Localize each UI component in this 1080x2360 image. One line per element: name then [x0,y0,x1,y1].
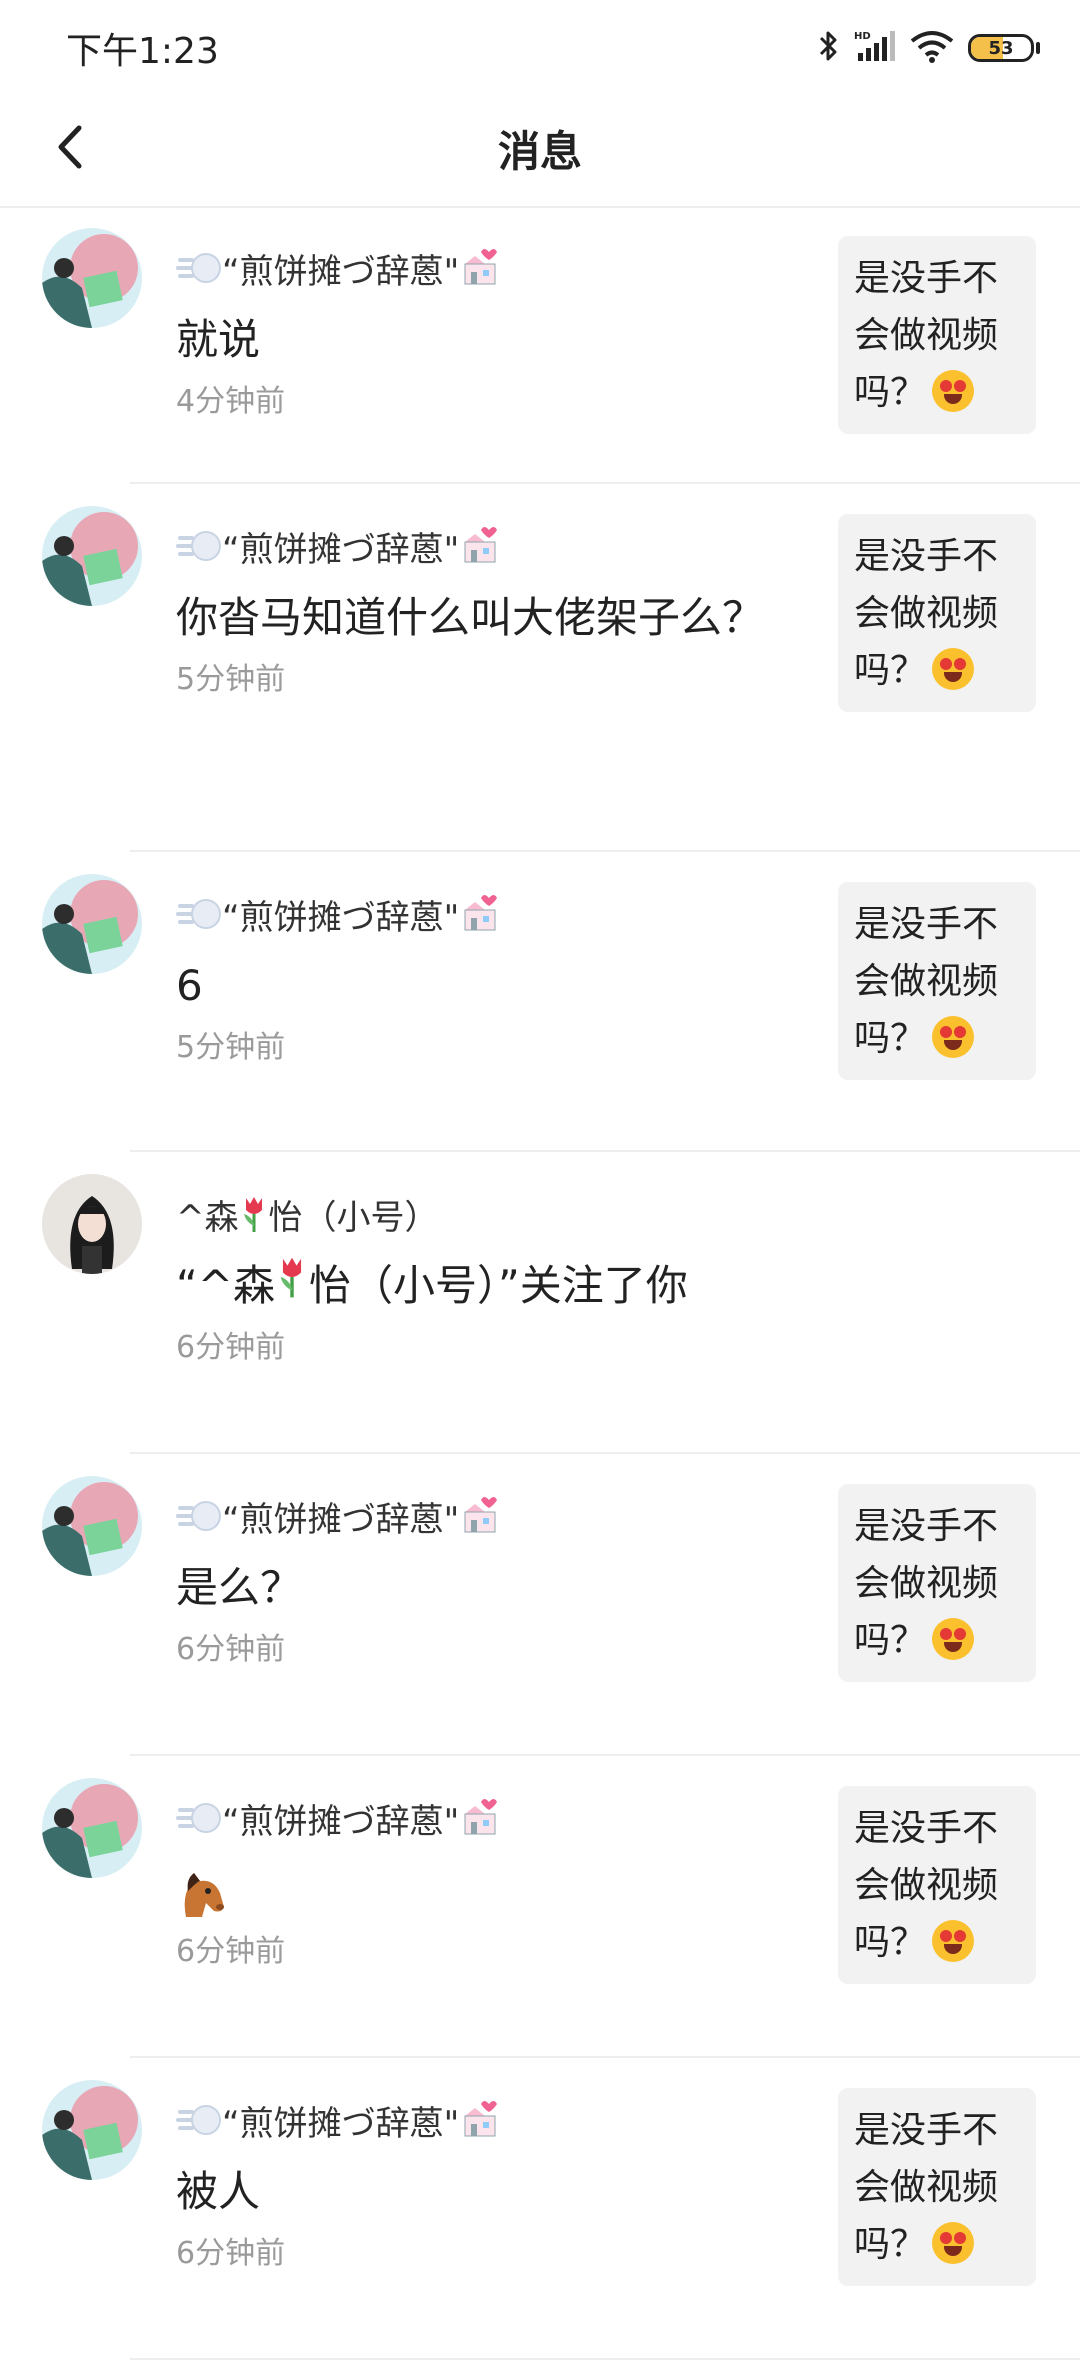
sender-name: “煎饼摊づ辞蒽" [222,898,460,938]
preview-text: 是没手不会做视频吗？ [854,2110,999,2265]
heart-eyes-emoji-icon [932,648,975,690]
message-text: 你沓马知道什么叫大佬架子么？ [176,593,765,642]
sender-name-suffix: 怡（小号） [268,1198,439,1238]
message-text [176,1858,820,1922]
sender-name: “煎饼摊づ辞蒽" [222,2104,460,2144]
preview-text: 是没手不会做视频吗？ [854,904,999,1059]
sender-name-row: “煎饼摊づ辞蒽" [176,2100,820,2147]
message-time: 6分钟前 [176,1330,286,1365]
avatar[interactable] [42,228,142,328]
wedding-icon [459,894,503,943]
heart-eyes-emoji-icon [932,370,975,412]
sender-name: “煎饼摊づ辞蒽" [222,1802,460,1842]
video-preview-card[interactable]: 是没手不会做视频吗？ [838,1786,1036,1984]
list-item[interactable]: “煎饼摊づ辞蒽" 6 5分钟前 是没手不会做视频吗？ [0,852,1080,1152]
message-list: “煎饼摊づ辞蒽" 就说 4分钟前 是没手不会做视频吗？ “煎饼摊づ辞蒽" 你沓马… [0,206,1080,2360]
avatar[interactable] [42,1778,142,1878]
message-time: 4分钟前 [176,384,286,419]
hd-signal-icon: HD [854,29,896,67]
svg-text:HD: HD [854,31,871,42]
tulip-icon [239,1194,269,1243]
message-text: “^森 怡（小号）”关注了你 [176,1254,820,1318]
video-preview-card[interactable]: 是没手不会做视频吗？ [838,1484,1036,1682]
follow-text-prefix: “^森 [176,1261,275,1310]
preview-text: 是没手不会做视频吗？ [854,1808,999,1963]
dash-icon [176,250,222,295]
sender-name-row: “煎饼摊づ辞蒽" [176,526,820,573]
page-title: 消息 [497,127,582,176]
follow-text-suffix: 怡（小号）”关注了你 [308,1261,688,1310]
nav-bar: 消息 [0,96,1080,208]
list-item[interactable]: ^森 怡（小号） “^森 怡（小号）”关注了你 6分钟前 [0,1152,1080,1454]
status-icons: HD 53 [818,28,1040,68]
dash-icon [176,896,222,941]
video-preview-card[interactable]: 是没手不会做视频吗？ [838,882,1036,1080]
sender-name-row: “煎饼摊づ辞蒽" [176,248,820,295]
sender-name-prefix: ^森 [176,1198,239,1238]
sender-name: “煎饼摊づ辞蒽" [222,252,460,292]
message-body: ^森 怡（小号） “^森 怡（小号）”关注了你 6分钟前 [176,1196,820,1368]
wedding-icon [459,1496,503,1545]
sender-name-row: ^森 怡（小号） [176,1196,820,1238]
heart-eyes-emoji-icon [932,1618,975,1660]
dash-icon [176,1800,222,1845]
sender-name: “煎饼摊づ辞蒽" [222,1500,460,1540]
message-body: “煎饼摊づ辞蒽" 就说 4分钟前 [176,248,820,422]
message-time: 6分钟前 [176,2236,286,2271]
message-body: “煎饼摊づ辞蒽" 你沓马知道什么叫大佬架子么？ 5分钟前 [176,526,820,700]
preview-text: 是没手不会做视频吗？ [854,258,999,413]
list-item[interactable]: “煎饼摊づ辞蒽" 你沓马知道什么叫大佬架子么？ 5分钟前 是没手不会做视频吗？ [0,484,1080,852]
avatar[interactable] [42,874,142,974]
message-time: 6分钟前 [176,1934,286,1969]
preview-text: 是没手不会做视频吗？ [854,1506,999,1661]
avatar[interactable] [42,2080,142,2180]
tulip-icon [275,1254,309,1318]
battery-icon: 53 [968,34,1034,62]
message-time: 6分钟前 [176,1632,286,1667]
avatar[interactable] [42,1174,142,1274]
preview-text: 是没手不会做视频吗？ [854,536,999,691]
message-body: “煎饼摊づ辞蒽" 是么？ 6分钟前 [176,1496,820,1670]
heart-eyes-emoji-icon [932,1016,975,1058]
message-time: 5分钟前 [176,662,286,697]
dash-icon [176,528,222,573]
video-preview-card[interactable]: 是没手不会做视频吗？ [838,2088,1036,2286]
sender-name: “煎饼摊づ辞蒽" [222,530,460,570]
wedding-icon [459,526,503,575]
video-preview-card[interactable]: 是没手不会做视频吗？ [838,514,1036,712]
dash-icon [176,2102,222,2147]
avatar[interactable] [42,1476,142,1576]
sender-name-row: “煎饼摊づ辞蒽" [176,1496,820,1543]
heart-eyes-emoji-icon [932,2222,975,2264]
heart-eyes-emoji-icon [932,1920,975,1962]
wedding-icon [459,1798,503,1847]
message-text: 被人 [176,2167,261,2216]
list-item[interactable]: “煎饼摊づ辞蒽" 6分钟前 是没手不会做视频吗？ [0,1756,1080,2058]
list-item[interactable]: “煎饼摊づ辞蒽" 就说 4分钟前 是没手不会做视频吗？ [0,206,1080,484]
video-preview-card[interactable]: 是没手不会做视频吗？ [838,236,1036,434]
sender-name-row: “煎饼摊づ辞蒽" [176,894,820,941]
battery-cap [1036,42,1040,54]
message-text: 6 [176,961,203,1010]
list-item[interactable]: “煎饼摊づ辞蒽" 被人 6分钟前 是没手不会做视频吗？ [0,2058,1080,2360]
message-text: 是么？ [176,1563,303,1612]
status-time: 下午1:23 [66,31,219,72]
message-text: 就说 [176,315,261,364]
bluetooth-icon [818,29,840,67]
message-body: “煎饼摊づ辞蒽" 被人 6分钟前 [176,2100,820,2274]
message-body: “煎饼摊づ辞蒽" 6 5分钟前 [176,894,820,1068]
avatar[interactable] [42,506,142,606]
dash-icon [176,1498,222,1543]
wedding-icon [459,248,503,297]
horse-face-emoji-icon [176,1865,228,1917]
list-item[interactable]: “煎饼摊づ辞蒽" 是么？ 6分钟前 是没手不会做视频吗？ [0,1454,1080,1756]
sender-name-row: “煎饼摊づ辞蒽" [176,1798,820,1845]
wifi-icon [910,29,954,67]
wedding-icon [459,2100,503,2149]
message-time: 5分钟前 [176,1030,286,1065]
message-body: “煎饼摊づ辞蒽" 6分钟前 [176,1798,820,1972]
status-bar: 下午1:23 HD 53 [0,0,1080,96]
battery-level: 53 [988,37,1014,59]
